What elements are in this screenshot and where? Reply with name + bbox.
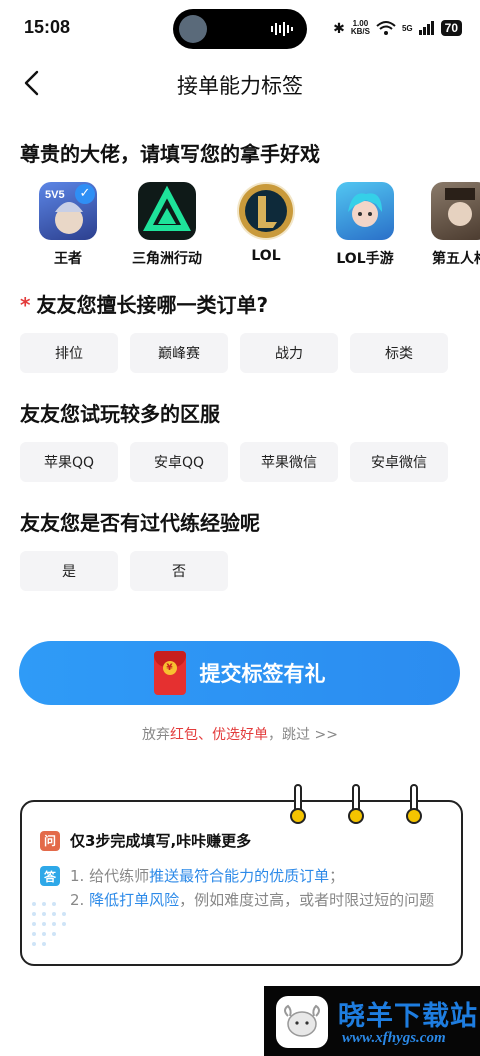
submit-label: 提交标签有礼 xyxy=(199,662,326,686)
signal-label: 5G xyxy=(401,23,413,33)
skip-suffix: ，跳过 >> xyxy=(268,727,338,743)
option-chip-android-wechat[interactable]: 安卓微信 xyxy=(350,442,448,482)
answer-line-1: 1. 给代练师推送最符合能力的优质订单； xyxy=(70,864,450,888)
signal-icon xyxy=(418,21,434,35)
status-time: 15:08 xyxy=(24,17,71,37)
game-name: 第五人格 xyxy=(432,251,480,267)
game-name: LOL手游 xyxy=(336,251,394,267)
selected-check-icon: ✓ xyxy=(75,184,95,204)
status-bar: 15:08 ✱ 1.00 KB/S 5G 70 xyxy=(0,0,480,56)
status-icons: ✱ 1.00 KB/S 5G 70 xyxy=(333,17,462,39)
answer-line-2-highlight: 降低打单风险 xyxy=(89,891,180,909)
option-chip-android-qq[interactable]: 安卓QQ xyxy=(130,442,228,482)
info-note-card: 问 仅3步完成填写,咔咔赚更多 答 1. 给代练师推送最符合能力的优质订单； 2… xyxy=(20,784,463,966)
sheep-logo-icon xyxy=(276,996,328,1048)
game-item-wangzhe[interactable]: 5V5 ✓ 王者 xyxy=(28,178,108,268)
experience-section-title: 友友您是否有过代练经验呢 xyxy=(20,511,260,535)
option-chip-no[interactable]: 否 xyxy=(130,551,228,591)
option-chip-ios-wechat[interactable]: 苹果微信 xyxy=(240,442,338,482)
game-name: LOL xyxy=(251,248,281,264)
media-thumbnail xyxy=(179,15,207,43)
option-chip-yes[interactable]: 是 xyxy=(20,551,118,591)
option-chip-ranked[interactable]: 排位 xyxy=(20,333,118,373)
skip-highlight: 红包、优选好单 xyxy=(170,727,269,743)
dynamic-island xyxy=(173,9,307,49)
identity-v-icon xyxy=(431,182,480,240)
decorative-dots xyxy=(32,902,66,946)
required-mark: * xyxy=(20,293,31,317)
question-row: 问 仅3步完成填写,咔咔赚更多 xyxy=(40,830,251,851)
watermark-title: 晓羊下载站 xyxy=(338,1001,478,1032)
order-type-options: 排位 巅峰赛 战力 标类 xyxy=(20,333,448,373)
page-header: 接单能力标签 xyxy=(0,56,480,112)
option-chip-label[interactable]: 标类 xyxy=(350,333,448,373)
battery-indicator: 70 xyxy=(440,20,462,36)
game-item-wild-rift[interactable]: LOL手游 xyxy=(325,178,405,268)
envelope-coin: ¥ xyxy=(162,661,177,675)
game-name: 三角洲行动 xyxy=(132,251,202,267)
answer-line-1-highlight: 推送最符合能力的优质订单 xyxy=(149,867,330,885)
game-name: 王者 xyxy=(54,251,82,267)
option-chip-peak[interactable]: 巅峰赛 xyxy=(130,333,228,373)
skip-link[interactable]: 放弃红包、优选好单，跳过 >> xyxy=(0,724,480,744)
server-options: 苹果QQ 安卓QQ 苹果微信 安卓微信 xyxy=(20,442,448,482)
experience-options: 是 否 xyxy=(20,551,228,591)
audio-wave-icon xyxy=(271,22,293,36)
binder-ring-icon xyxy=(290,784,306,826)
submit-tags-button[interactable]: ¥ 提交标签有礼 xyxy=(19,641,460,705)
answer-line-2-suffix: ，例如难度过高，或者时限过短的问题 xyxy=(179,891,435,909)
watermark-banner: 晓羊下载站 www.xfhygs.com xyxy=(264,986,480,1056)
question-badge: 问 xyxy=(40,830,60,851)
option-chip-power[interactable]: 战力 xyxy=(240,333,338,373)
svg-text:5V5: 5V5 xyxy=(45,189,65,201)
answer-line-2: 2. 降低打单风险，例如难度过高，或者时限过短的问题 xyxy=(70,888,450,912)
wild-rift-icon xyxy=(336,182,394,240)
game-item-identity-v[interactable]: 第五人格 xyxy=(420,178,480,268)
answer-line-1-prefix: 1. 给代练师 xyxy=(70,867,150,885)
order-type-section-title: * 友友您擅长接哪一类订单? xyxy=(20,289,268,318)
order-type-question: 友友您擅长接哪一类订单? xyxy=(36,293,269,317)
option-chip-ios-qq[interactable]: 苹果QQ xyxy=(20,442,118,482)
games-section-title: 尊贵的大佬，请填写您的拿手好戏 xyxy=(20,142,320,166)
binder-ring-icon xyxy=(348,784,364,826)
game-item-delta-force[interactable]: 三角洲行动 xyxy=(127,178,207,268)
red-envelope-icon: ¥ xyxy=(153,651,186,695)
binder-ring-icon xyxy=(406,784,422,826)
honor-of-kings-icon: 5V5 ✓ xyxy=(39,182,97,240)
delta-force-icon xyxy=(138,182,196,240)
answer-line-1-suffix: ； xyxy=(329,867,345,885)
answer-badge: 答 xyxy=(40,866,60,886)
game-item-lol[interactable]: LOL xyxy=(226,178,306,264)
bluetooth-icon: ✱ xyxy=(333,19,345,36)
network-speed-unit: KB/S xyxy=(350,27,370,36)
watermark-url: www.xfhygs.com xyxy=(342,1030,446,1046)
game-list: 5V5 ✓ 王者 三角洲行动 LOL LOL手游 第五人格 xyxy=(0,178,480,268)
lol-icon xyxy=(237,182,295,240)
server-section-title: 友友您试玩较多的区服 xyxy=(20,402,220,426)
wifi-icon xyxy=(376,21,396,35)
question-text: 仅3步完成填写,咔咔赚更多 xyxy=(70,832,252,850)
page-title: 接单能力标签 xyxy=(177,74,303,98)
skip-prefix: 放弃 xyxy=(142,727,171,743)
network-speed: 1.00 KB/S xyxy=(351,20,370,36)
answer-text: 1. 给代练师推送最符合能力的优质订单； 2. 降低打单风险，例如难度过高，或者… xyxy=(70,864,450,912)
